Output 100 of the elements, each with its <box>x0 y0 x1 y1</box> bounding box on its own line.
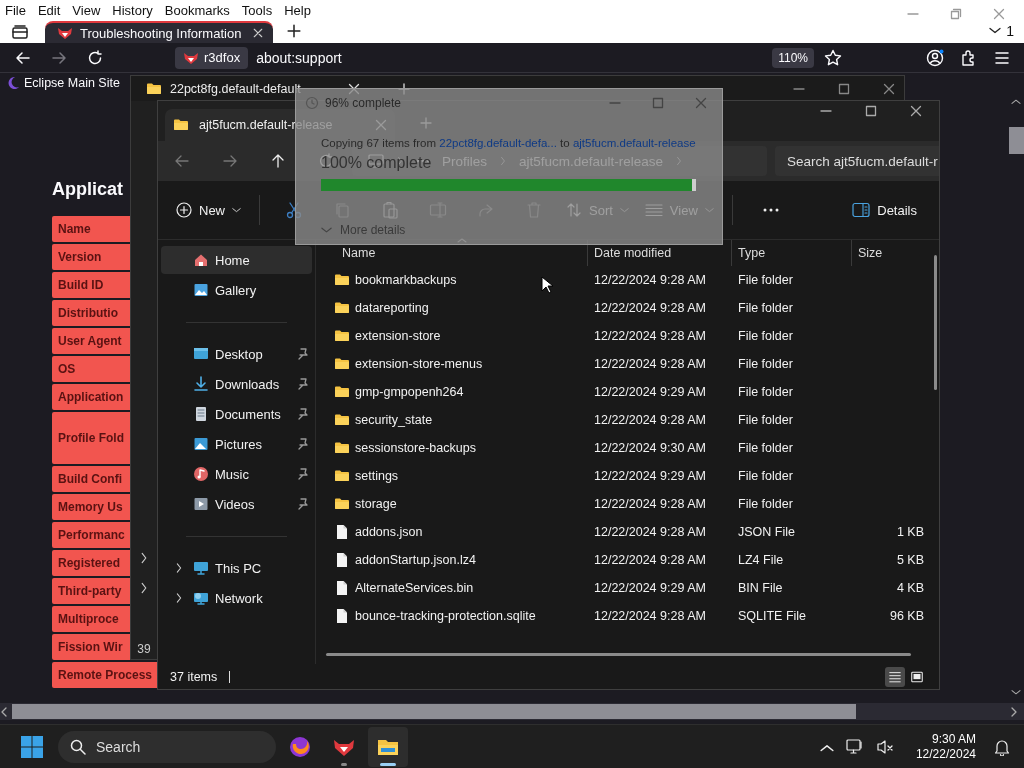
table-cell-text: JSON File <box>737 525 796 539</box>
bookmark-star-icon[interactable] <box>824 48 842 67</box>
file-name[interactable]: security_state <box>355 413 433 427</box>
start-icon[interactable] <box>20 734 44 759</box>
forward-icon[interactable] <box>51 49 67 66</box>
browser-globe-icon <box>289 735 311 758</box>
file-icon <box>334 552 350 568</box>
menu-item[interactable]: Bookmarks <box>164 2 230 18</box>
menu-item[interactable]: File <box>5 2 26 18</box>
search-icon <box>70 738 86 755</box>
table-cell-text: SQLITE File <box>737 609 808 623</box>
folder-icon <box>334 384 350 400</box>
identity-chip[interactable]: r3dfox <box>175 46 249 69</box>
up-icon[interactable] <box>270 153 286 169</box>
column-header[interactable]: Type <box>732 240 852 266</box>
table-cell-text: File folder <box>737 357 794 371</box>
zoom-level[interactable]: 110% <box>772 47 814 68</box>
table-cell-text: 12/22/2024 9:28 AM <box>593 301 707 315</box>
account-icon[interactable] <box>926 48 944 67</box>
scrollbar-thumb[interactable] <box>934 255 937 390</box>
menu-item[interactable]: View <box>72 2 101 18</box>
browser-tab[interactable]: Troubleshooting Information <box>45 21 273 43</box>
menu-item[interactable]: Help <box>284 2 311 18</box>
chevron-right-icon[interactable] <box>139 582 149 594</box>
back-icon[interactable] <box>15 49 31 66</box>
menu-icon[interactable] <box>994 49 1010 66</box>
chevron-right-icon[interactable] <box>139 552 149 564</box>
section-heading: Applicat <box>52 178 124 201</box>
identity-label: r3dfox <box>204 50 241 65</box>
network-monitor-icon[interactable] <box>845 737 864 756</box>
scroll-left-icon[interactable] <box>0 706 8 717</box>
scroll-right-icon[interactable] <box>1010 706 1018 717</box>
forward-icon[interactable] <box>222 153 238 169</box>
search-field[interactable]: Search ajt5fucm.default-r <box>775 146 939 176</box>
bookmark-item[interactable]: Eclipse Main Site <box>6 76 120 90</box>
network-monitor-icon <box>193 590 209 606</box>
tab-overview-icon[interactable] <box>12 25 28 39</box>
table-cell-text: File folder <box>737 385 794 399</box>
desktop-icon <box>193 346 209 362</box>
clock[interactable]: 9:30 AM 12/22/2024 <box>915 731 976 762</box>
reload-icon[interactable] <box>87 49 103 66</box>
file-name[interactable]: settings <box>355 469 399 483</box>
file-name[interactable]: sessionstore-backups <box>355 441 476 455</box>
table-cell-text: 12/22/2024 9:28 AM <box>593 553 707 567</box>
download-arrow-icon <box>193 376 209 392</box>
file-name[interactable]: gmp-gmpopenh264 <box>355 385 464 399</box>
table-cell-text: File folder <box>737 469 794 483</box>
scrollbar-thumb[interactable] <box>1008 127 1024 154</box>
new-tab-icon[interactable] <box>287 24 301 38</box>
preview-pane-icon <box>910 669 924 684</box>
folder-icon <box>334 496 350 512</box>
folder-icon <box>334 328 350 344</box>
table-cell-text: 12/22/2024 9:30 AM <box>593 441 707 455</box>
details-button[interactable]: Details <box>844 196 925 224</box>
file-name[interactable]: extension-store-menus <box>355 357 483 371</box>
table-cell-text: 5 KB <box>895 553 924 567</box>
column-header[interactable]: Size <box>852 240 939 266</box>
url-text[interactable]: about:support <box>256 49 342 66</box>
table-cell-text: 12/22/2024 9:29 AM <box>593 385 707 399</box>
bell-icon[interactable] <box>994 737 1010 756</box>
status-text: 39 <box>137 642 151 658</box>
file-name[interactable]: extension-store <box>355 329 441 343</box>
menu-item[interactable]: Edit <box>37 2 61 18</box>
menu-item[interactable]: History <box>112 2 153 18</box>
details-view-button[interactable] <box>885 666 905 687</box>
file-name[interactable]: bookmarkbackups <box>355 273 457 287</box>
maximize-icon[interactable] <box>838 82 850 95</box>
file-name[interactable]: AlternateServices.bin <box>355 581 474 595</box>
caret-icon <box>232 205 241 215</box>
table-cell-text: File folder <box>737 497 794 511</box>
file-name[interactable]: addons.json <box>355 525 423 539</box>
table-cell-text: File folder <box>737 273 794 287</box>
chevron-right-icon[interactable] <box>174 593 184 603</box>
tab-title: Troubleshooting Information <box>80 25 243 41</box>
scroll-down-icon[interactable] <box>1011 689 1021 697</box>
file-name[interactable]: datareporting <box>355 301 429 315</box>
house-icon <box>193 252 209 268</box>
folder-icon <box>334 356 350 372</box>
restore-icon[interactable] <box>950 8 962 20</box>
table-cell-text: 1 KB <box>895 525 924 539</box>
more-icon[interactable] <box>762 208 779 212</box>
chevron-right-icon[interactable] <box>174 563 184 573</box>
maximize-icon[interactable] <box>865 105 877 117</box>
search-box[interactable]: Search <box>58 730 276 763</box>
scrollbar-thumb[interactable] <box>326 653 911 656</box>
table-cell-text: 12/22/2024 9:28 AM <box>593 525 707 539</box>
file-name[interactable]: storage <box>355 497 397 511</box>
table-cell-text: 12/22/2024 9:28 AM <box>593 273 707 287</box>
taskbar-app[interactable] <box>368 726 408 767</box>
table-cell-text: LZ4 File <box>737 553 785 567</box>
scroll-up-icon[interactable] <box>1011 97 1021 105</box>
file-name[interactable]: addonStartup.json.lz4 <box>355 553 476 567</box>
folder-icon <box>334 272 350 288</box>
sidebar-item[interactable]: Home <box>161 246 312 274</box>
picture-icon <box>193 282 209 298</box>
scrollbar-thumb[interactable] <box>12 704 856 719</box>
menu-item[interactable]: Tools <box>241 2 273 18</box>
file-name[interactable]: bounce-tracking-protection.sqlite <box>355 609 536 623</box>
file-icon <box>334 524 350 540</box>
close-icon[interactable] <box>910 105 922 117</box>
